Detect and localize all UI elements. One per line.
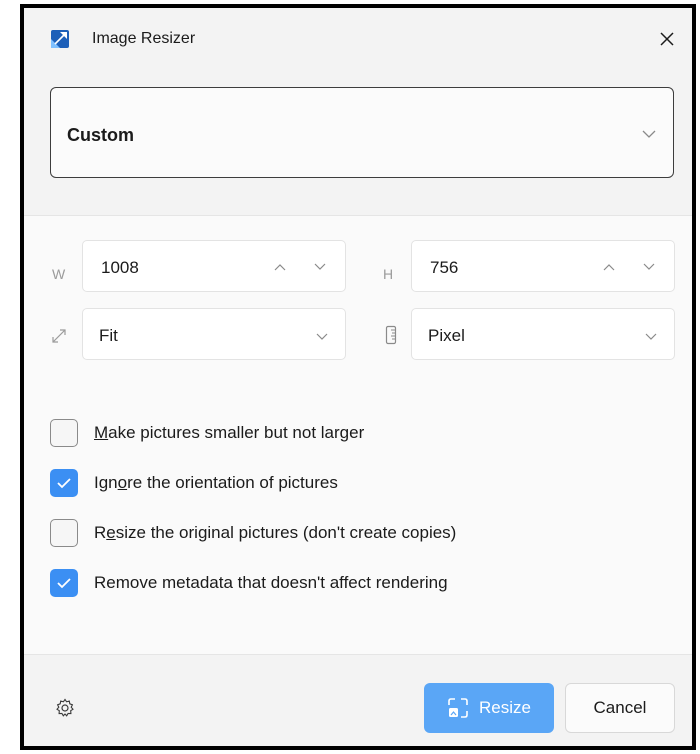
- checkbox-checked[interactable]: [50, 469, 78, 497]
- resize-icon: [448, 698, 468, 718]
- height-prefix-label: H: [383, 266, 394, 282]
- close-button[interactable]: [650, 22, 684, 56]
- unit-dropdown[interactable]: Pixel: [411, 308, 675, 360]
- height-value: 756: [430, 258, 459, 277]
- option-make-smaller[interactable]: Make pictures smaller but not larger: [50, 419, 364, 447]
- option-remove-metadata[interactable]: Remove metadata that doesn't affect rend…: [50, 569, 448, 597]
- checkbox[interactable]: [50, 419, 78, 447]
- height-increase-button[interactable]: [602, 259, 616, 277]
- checkbox-checked[interactable]: [50, 569, 78, 597]
- height-input[interactable]: 756: [411, 240, 675, 292]
- width-prefix-label: W: [52, 266, 66, 282]
- image-resizer-window: Image Resizer Custom W 1008 H 756 Fit Pi…: [20, 4, 696, 750]
- chevron-up-icon: [274, 264, 286, 271]
- gear-icon: [56, 698, 74, 717]
- settings-panel: W 1008 H 756 Fit Pixel Make pictures sma…: [24, 216, 692, 654]
- checkmark-icon: [57, 578, 71, 589]
- option-resize-original[interactable]: Resize the original pictures (don't crea…: [50, 519, 456, 547]
- unit-value: Pixel: [428, 326, 465, 345]
- divider: [24, 654, 692, 655]
- height-decrease-button[interactable]: [642, 259, 656, 277]
- title-bar: Image Resizer: [24, 8, 692, 70]
- resize-button[interactable]: Resize: [424, 683, 554, 733]
- ruler-icon: [385, 325, 397, 350]
- width-increase-button[interactable]: [273, 259, 287, 277]
- option-ignore-orientation[interactable]: Ignore the orientation of pictures: [50, 469, 338, 497]
- cancel-button[interactable]: Cancel: [565, 683, 675, 733]
- settings-button[interactable]: [55, 698, 75, 723]
- resize-arrow-icon: [50, 327, 68, 350]
- chevron-down-icon: [644, 329, 658, 347]
- preset-dropdown[interactable]: Custom: [50, 87, 674, 178]
- cancel-button-label: Cancel: [593, 698, 647, 717]
- chevron-down-icon: [641, 126, 657, 144]
- close-icon: [660, 32, 674, 46]
- chevron-down-icon: [643, 263, 655, 270]
- width-value: 1008: [101, 258, 139, 277]
- resize-button-label: Resize: [479, 698, 531, 717]
- fit-mode-value: Fit: [99, 326, 118, 345]
- checkmark-icon: [57, 478, 71, 489]
- window-title: Image Resizer: [92, 30, 196, 47]
- preset-selected-value: Custom: [67, 125, 134, 145]
- image-resizer-app-icon: [51, 30, 69, 48]
- fit-mode-dropdown[interactable]: Fit: [82, 308, 346, 360]
- width-decrease-button[interactable]: [313, 259, 327, 277]
- chevron-down-icon: [315, 329, 329, 347]
- chevron-up-icon: [603, 264, 615, 271]
- width-input[interactable]: 1008: [82, 240, 346, 292]
- chevron-down-icon: [314, 263, 326, 270]
- checkbox[interactable]: [50, 519, 78, 547]
